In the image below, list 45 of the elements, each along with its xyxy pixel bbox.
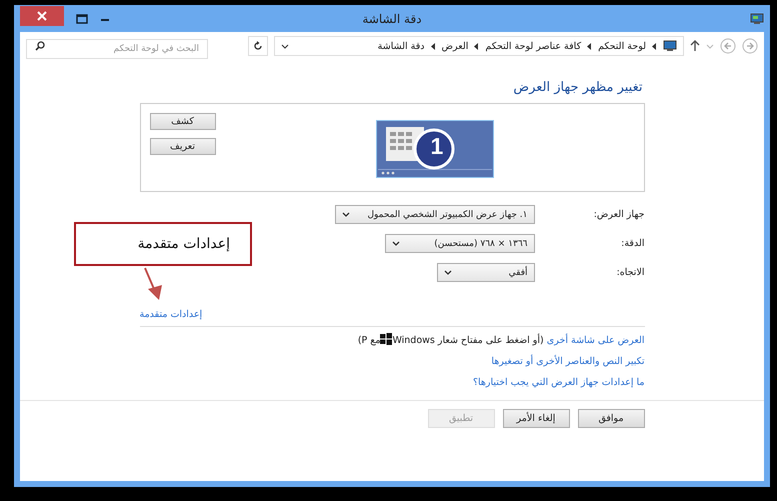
chevron-down-icon <box>392 240 400 246</box>
address-field[interactable]: لوحة التحكم كافة عناصر لوحة التحكم العرض دقة الشاشة <box>274 36 684 56</box>
chevron-down-icon[interactable] <box>281 42 289 50</box>
panel-button[interactable]: كشف <box>150 113 216 130</box>
dropdown[interactable]: ١٣٦٦ × ٧٦٨ (مستحسن) <box>384 234 534 253</box>
monitor-icon <box>663 40 677 52</box>
help-text: العرض على شاشة أخرى (أو اضغط على مفتاح شعار Windows مع P) <box>356 333 644 348</box>
refresh-icon <box>253 41 263 51</box>
display-number: 1 <box>430 132 444 160</box>
help-link[interactable]: تكبير النص والعناصر الأخرى أو تصغيرها <box>140 354 644 369</box>
separator-arrow-icon <box>474 42 480 50</box>
dropdown[interactable]: أفقي <box>436 263 534 282</box>
search-icon <box>35 41 45 51</box>
help-link[interactable]: العرض على شاشة أخرى <box>546 335 644 346</box>
separator-arrow-icon <box>587 42 592 50</box>
display-monitor[interactable]: 1 <box>376 120 494 178</box>
dialog-button[interactable]: إلغاء الأمر <box>502 409 570 428</box>
dialog-button[interactable]: موافق <box>578 409 644 428</box>
breadcrumb-item[interactable]: دقة الشاشة <box>378 40 425 52</box>
search-field[interactable]: البحث في لوحة التحكم <box>26 39 208 59</box>
maximize-icon[interactable] <box>76 14 88 24</box>
help-link[interactable]: ما إعدادات جهاز العرض التي يجب اختيارها؟ <box>140 375 644 390</box>
field-label: جهاز العرض: <box>592 209 644 220</box>
window-title: دقة الشاشة <box>362 12 422 26</box>
close-icon <box>37 10 47 20</box>
close-button[interactable] <box>20 6 64 26</box>
page-heading: تغيير مظهر جهاز العرض <box>512 80 642 95</box>
breadcrumb-item[interactable]: لوحة التحكم <box>598 40 646 52</box>
windows-logo-icon <box>380 333 392 345</box>
separator-arrow-icon <box>430 42 436 50</box>
breadcrumb-item[interactable]: العرض <box>442 40 468 52</box>
refresh-button[interactable] <box>248 36 268 56</box>
chevron-down-icon <box>342 212 350 218</box>
panel-button[interactable]: تعريف <box>150 138 216 155</box>
callout-box: إعدادات متقدمة <box>74 222 252 266</box>
field-label: الاتجاه: <box>616 267 644 278</box>
breadcrumb-item[interactable]: كافة عناصر لوحة التحكم <box>485 40 582 52</box>
chevron-down-icon <box>444 270 452 276</box>
advanced-settings-link[interactable]: إعدادات متقدمة <box>140 309 202 320</box>
callout-arrow <box>142 267 164 301</box>
field-label: الدقة: <box>620 238 644 249</box>
monitor-icon <box>750 12 764 24</box>
dropdown[interactable]: ١. جهاز عرض الكمبيوتر الشخصي المحمول <box>334 205 534 224</box>
separator-arrow-icon <box>652 42 657 50</box>
up-arrow-icon[interactable] <box>690 40 700 52</box>
